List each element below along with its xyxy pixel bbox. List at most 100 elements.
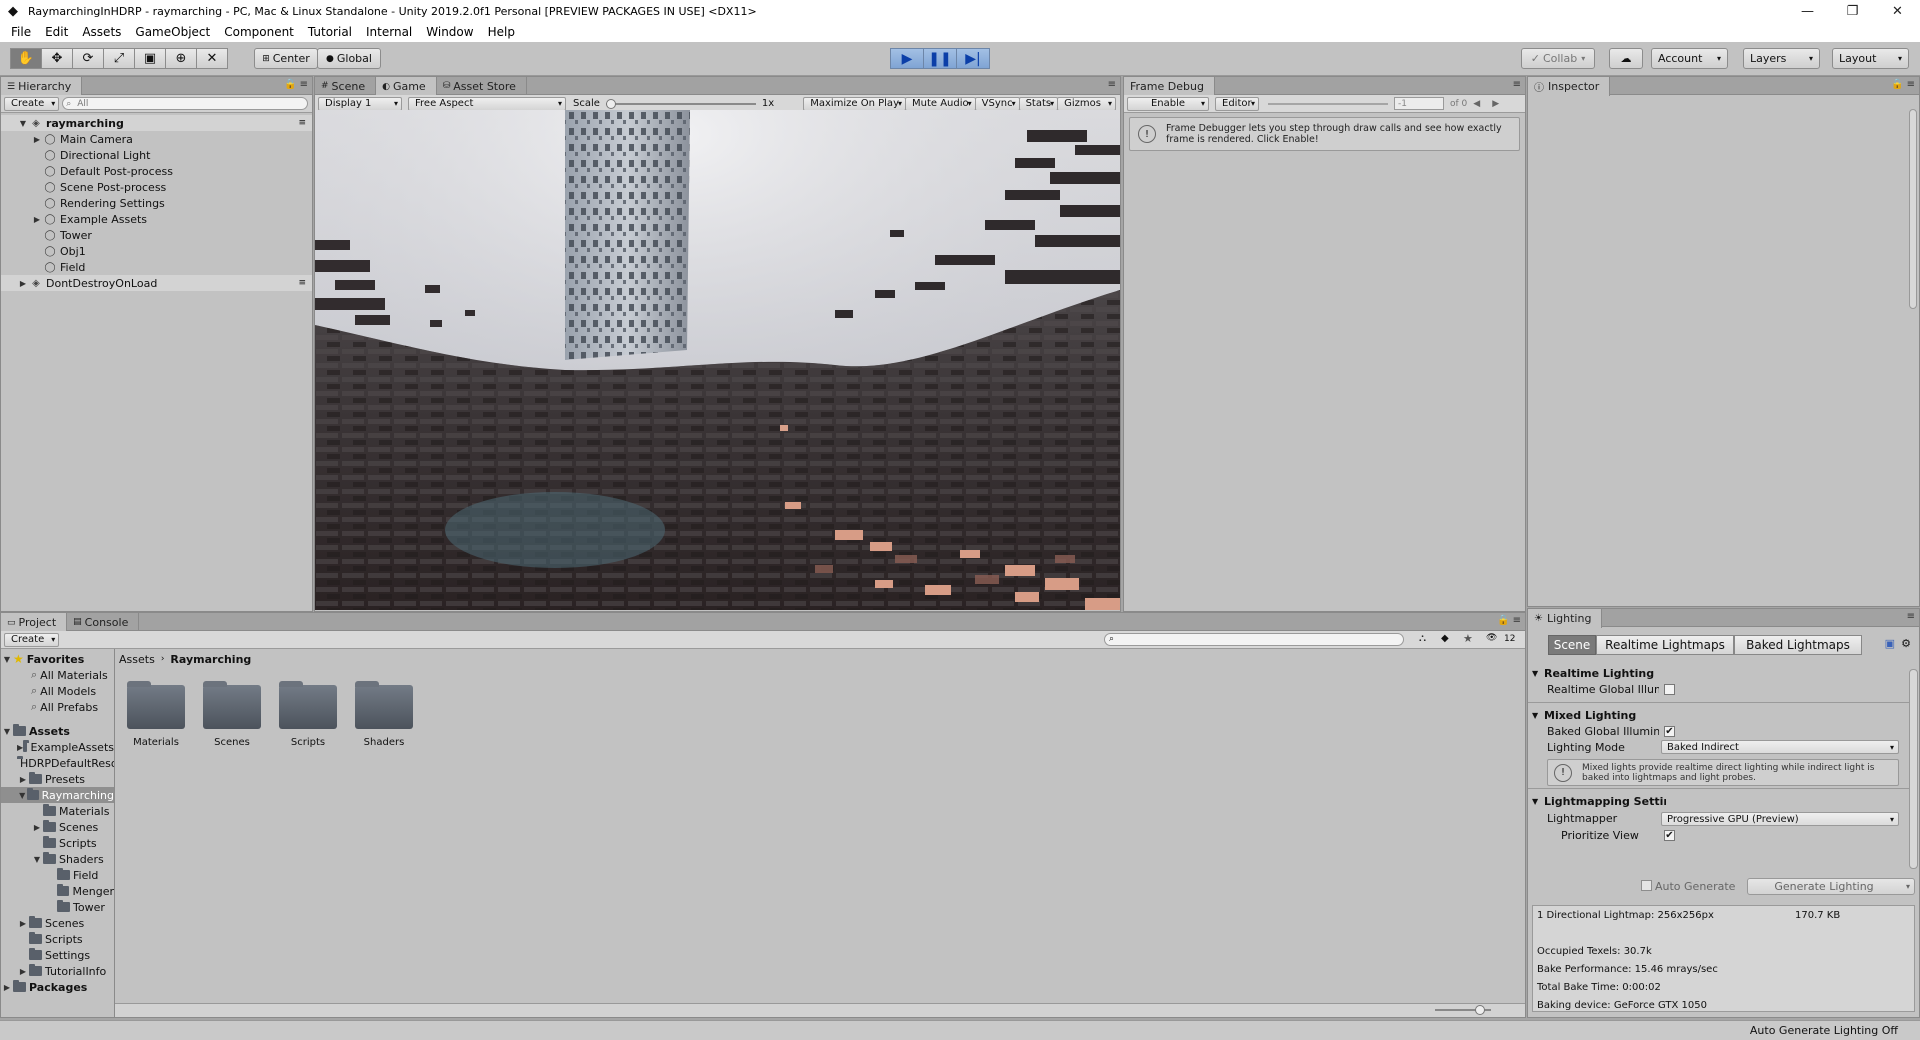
panel-menu-icon[interactable]: 🔒 ≡ (1497, 615, 1521, 626)
display-dropdown[interactable]: Display 1 (318, 96, 402, 111)
hierarchy-item-field[interactable]: ◯ Field (1, 259, 312, 275)
asset-folder-scenes[interactable]: Scenes (203, 681, 261, 748)
folder-root-scripts[interactable]: Scripts (1, 931, 114, 947)
maximize-on-play-toggle[interactable]: Maximize On Play (803, 96, 906, 111)
custom-tool-icon[interactable]: ✕ (196, 48, 228, 69)
collapse-arrow-icon[interactable]: ▶ (31, 135, 43, 144)
hierarchy-search-input[interactable]: ⌕ All (62, 97, 308, 110)
vsync-toggle[interactable]: VSync (974, 96, 1020, 111)
panel-menu-icon[interactable]: ≡ (1907, 611, 1915, 622)
account-dropdown[interactable]: Account ▾ (1651, 48, 1728, 69)
minimize-button[interactable]: — (1785, 0, 1830, 22)
filter-label-icon[interactable]: ◆ (1441, 633, 1449, 644)
folder-example-assets[interactable]: ▶ ExampleAssets (1, 739, 114, 755)
lighting-mode-dropdown[interactable]: Baked Indirect (1661, 740, 1899, 754)
mute-audio-toggle[interactable]: Mute Audio (904, 96, 976, 111)
collab-button[interactable]: ✓ Collab ▾ (1521, 48, 1595, 69)
breadcrumb-assets[interactable]: Assets (119, 653, 155, 666)
expand-arrow-icon[interactable]: ▼ (1, 727, 13, 736)
menu-internal[interactable]: Internal (359, 25, 419, 39)
hidden-packages-icon[interactable]: 👁 (1486, 633, 1497, 643)
packages-header[interactable]: ▶ Packages (1, 979, 114, 995)
folder-presets[interactable]: ▶ Presets (1, 771, 114, 787)
close-button[interactable]: ✕ (1875, 0, 1920, 22)
menu-file[interactable]: File (4, 25, 38, 39)
folder-menger[interactable]: Menger (1, 883, 114, 899)
hand-tool-icon[interactable]: ✋ (10, 48, 42, 69)
hierarchy-item-rendering-settings[interactable]: ◯ Rendering Settings (1, 195, 312, 211)
panel-menu-icon[interactable]: ≡ (1108, 79, 1116, 90)
subtab-realtime-lightmaps[interactable]: Realtime Lightmaps (1596, 635, 1734, 655)
lightmapper-dropdown[interactable]: Progressive GPU (Preview) (1661, 812, 1899, 826)
layout-dropdown[interactable]: Layout ▾ (1832, 48, 1909, 69)
pivot-center-button[interactable]: ⊞ Center (254, 48, 318, 69)
slider-thumb[interactable] (1475, 1005, 1485, 1015)
next-frame-icon[interactable]: ▶ (1492, 99, 1499, 109)
expand-arrow-icon[interactable]: ▼ (17, 119, 29, 128)
panel-menu-icon[interactable]: 🔒 ≡ (1891, 79, 1915, 90)
tab-hierarchy[interactable]: ☰ Hierarchy (1, 77, 83, 96)
move-tool-icon[interactable]: ✥ (41, 48, 73, 69)
favorite-all-prefabs[interactable]: ⌕ All Prefabs (1, 699, 114, 715)
filter-type-icon[interactable]: ⛬ (1419, 633, 1426, 644)
hierarchy-item-directional-light[interactable]: ◯ Directional Light (1, 147, 312, 163)
folder-raymarching[interactable]: ▼ Raymarching (1, 787, 114, 803)
game-view-render[interactable] (315, 110, 1120, 610)
asset-folder-materials[interactable]: Materials (127, 681, 185, 748)
expand-arrow-icon[interactable]: ▼ (1532, 797, 1544, 806)
scene-menu-icon[interactable]: ≡ (298, 118, 306, 128)
expand-arrow-icon[interactable]: ▼ (31, 855, 43, 864)
tab-scene[interactable]: # Scene (315, 77, 377, 95)
create-dropdown[interactable]: Create (4, 96, 60, 111)
breadcrumb-raymarching[interactable]: Raymarching (170, 653, 251, 666)
frame-index-field[interactable]: -1 (1394, 97, 1444, 110)
favorite-all-models[interactable]: ⌕ All Models (1, 683, 114, 699)
menu-component[interactable]: Component (217, 25, 301, 39)
generate-lighting-button[interactable]: Generate Lighting ▾ (1747, 878, 1915, 895)
expand-arrow-icon[interactable]: ▼ (1532, 711, 1544, 720)
tab-project[interactable]: ▭ Project (1, 613, 68, 632)
lighting-docs-icon[interactable]: ▣ (1885, 637, 1895, 650)
collapse-arrow-icon[interactable]: ▶ (17, 967, 29, 976)
collapse-arrow-icon[interactable]: ▶ (17, 919, 29, 928)
pause-button[interactable]: ❚❚ (923, 48, 957, 69)
rect-tool-icon[interactable]: ▣ (134, 48, 166, 69)
asset-folder-scripts[interactable]: Scripts (279, 681, 337, 748)
menu-tutorial[interactable]: Tutorial (301, 25, 359, 39)
folder-shaders[interactable]: ▼ Shaders (1, 851, 114, 867)
project-search-input[interactable]: ⌕ (1104, 633, 1404, 646)
expand-arrow-icon[interactable]: ▼ (17, 791, 27, 800)
lock-icon[interactable]: 🔒 ≡ (284, 79, 308, 90)
folder-root-scenes[interactable]: ▶ Scenes (1, 915, 114, 931)
favorites-header[interactable]: ▼ ★ Favorites (1, 651, 114, 667)
scale-tool-icon[interactable]: ⤢ (103, 48, 135, 69)
menu-window[interactable]: Window (419, 25, 480, 39)
folder-tower[interactable]: Tower (1, 899, 114, 915)
folder-materials[interactable]: Materials (1, 803, 114, 819)
menu-gameobject[interactable]: GameObject (128, 25, 217, 39)
maximize-button[interactable]: ❐ (1830, 0, 1875, 22)
folder-scenes[interactable]: ▶ Scenes (1, 819, 114, 835)
tab-inspector[interactable]: ⓘ Inspector (1528, 77, 1611, 96)
panel-menu-icon[interactable]: ≡ (1513, 79, 1521, 90)
play-button[interactable]: ▶ (890, 48, 924, 69)
stats-toggle[interactable]: Stats (1018, 96, 1059, 111)
collapse-arrow-icon[interactable]: ▶ (31, 823, 43, 832)
folder-hdrp-default[interactable]: HDRPDefaultResources (1, 755, 114, 771)
lighting-settings-icon[interactable]: ⚙ (1901, 637, 1911, 650)
scene-row[interactable]: ▼ ◈ raymarching ≡ (1, 115, 312, 131)
hierarchy-item-tower[interactable]: ◯ Tower (1, 227, 312, 243)
subtab-scene[interactable]: Scene (1548, 635, 1596, 655)
favorite-all-materials[interactable]: ⌕ All Materials (1, 667, 114, 683)
hierarchy-item-obj1[interactable]: ◯ Obj1 (1, 243, 312, 259)
collapse-arrow-icon[interactable]: ▶ (17, 279, 29, 288)
global-space-button[interactable]: ● Global (317, 48, 381, 69)
folder-tutorial-info[interactable]: ▶ TutorialInfo (1, 963, 114, 979)
scene-menu-icon[interactable]: ≡ (298, 278, 306, 288)
aspect-dropdown[interactable]: Free Aspect (408, 96, 566, 111)
asset-folder-shaders[interactable]: Shaders (355, 681, 413, 748)
hierarchy-item-dontdestroyonload[interactable]: ▶ ◈ DontDestroyOnLoad ≡ (1, 275, 312, 291)
gizmos-dropdown[interactable]: Gizmos (1057, 96, 1116, 111)
folder-settings[interactable]: Settings (1, 947, 114, 963)
transform-tool-icon[interactable]: ⊕ (165, 48, 197, 69)
